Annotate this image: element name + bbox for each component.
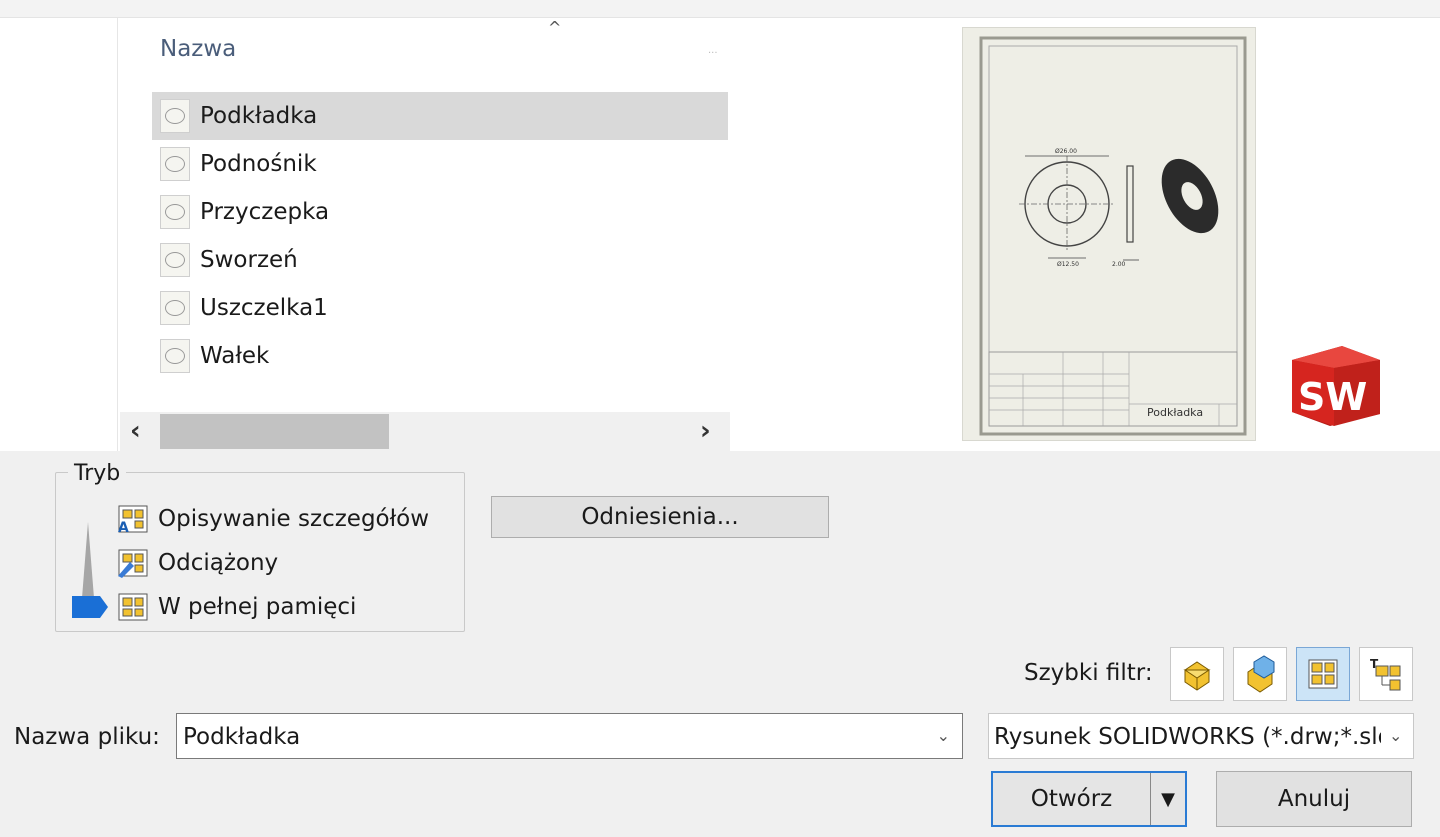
- detailing-mode-icon: A: [116, 504, 150, 536]
- filter-parts-button[interactable]: [1170, 647, 1224, 701]
- solidworks-logo-icon: SW: [1292, 346, 1380, 426]
- file-type-value: Rysunek SOLIDWORKS (*.drw;*.slddrw): [994, 724, 1414, 750]
- file-list[interactable]: ^ Nazwa ··· Podkładka Podnośnik Przyczep…: [118, 18, 732, 451]
- svg-text:T: T: [1370, 657, 1379, 671]
- top-strip: [0, 0, 1440, 18]
- open-dropdown-icon[interactable]: ▼: [1151, 773, 1185, 825]
- mode-option-resolved[interactable]: W pełnej pamięci: [116, 590, 356, 624]
- lightweight-mode-icon: [116, 548, 150, 578]
- list-item-label: Uszczelka1: [200, 295, 328, 321]
- list-item[interactable]: Uszczelka1: [152, 284, 728, 332]
- resolved-mode-icon: [116, 592, 150, 622]
- drawing-file-icon: [160, 195, 190, 229]
- scrollbar-thumb[interactable]: [160, 414, 389, 449]
- filter-drawings-button[interactable]: [1296, 647, 1350, 701]
- list-item[interactable]: Przyczepka: [152, 188, 728, 236]
- title-block-name: Podkładka: [1147, 406, 1203, 419]
- drawing-sheet-svg: Ø26.00 Ø12.50 2.00 Podkładka: [979, 36, 1247, 436]
- list-item[interactable]: Podkładka: [152, 92, 728, 140]
- drawing-file-icon: [160, 291, 190, 325]
- logo-text: SW: [1298, 375, 1367, 419]
- drawing-filter-icon: [1308, 659, 1338, 689]
- mode-slider-pointer-icon[interactable]: [72, 596, 108, 618]
- drawing-file-icon: [160, 99, 190, 133]
- list-item-label: Podnośnik: [200, 151, 317, 177]
- drawing-preview: Ø26.00 Ø12.50 2.00 Podkładka: [962, 27, 1256, 441]
- file-name-label: Nazwa pliku:: [14, 724, 160, 750]
- chevron-down-icon[interactable]: ⌄: [1381, 714, 1413, 758]
- mode-option-label: Odciążony: [158, 550, 279, 576]
- list-item[interactable]: Sworzeń: [152, 236, 728, 284]
- mode-slider-track[interactable]: [80, 520, 100, 598]
- column-separator: ···: [708, 48, 718, 59]
- mode-option-label: W pełnej pamięci: [158, 594, 357, 620]
- file-name-input[interactable]: Podkładka ⌄: [176, 713, 963, 759]
- filter-assemblies-button[interactable]: [1233, 647, 1287, 701]
- mode-group-label: Tryb: [68, 461, 127, 486]
- references-button[interactable]: Odniesienia...: [491, 496, 829, 538]
- list-item-label: Przyczepka: [200, 199, 330, 225]
- open-button-label[interactable]: Otwórz: [993, 773, 1151, 825]
- sort-ascending-icon: ^: [548, 18, 562, 37]
- horizontal-scrollbar[interactable]: ‹ ›: [120, 412, 730, 451]
- navigation-pane[interactable]: [0, 18, 118, 451]
- dimension-thickness: 2.00: [1112, 261, 1126, 268]
- mode-option-lightweight[interactable]: Odciążony: [116, 546, 278, 580]
- list-item[interactable]: Wałek: [152, 332, 728, 380]
- top-level-assembly-filter-icon: T: [1370, 657, 1401, 691]
- open-button[interactable]: Otwórz ▼: [991, 771, 1187, 827]
- list-item-label: Sworzeń: [200, 247, 298, 273]
- dimension-inner: Ø12.50: [1057, 261, 1079, 268]
- list-item-label: Podkładka: [200, 103, 318, 129]
- scroll-left-icon[interactable]: ‹: [130, 416, 141, 446]
- mode-option-detailing[interactable]: A Opisywanie szczegółów: [116, 502, 429, 536]
- cancel-button[interactable]: Anuluj: [1216, 771, 1412, 827]
- file-type-select[interactable]: Rysunek SOLIDWORKS (*.drw;*.slddrw) ⌄: [988, 713, 1414, 759]
- svg-text:A: A: [118, 520, 129, 534]
- solidworks-logo: SW: [1284, 342, 1384, 428]
- drawing-file-icon: [160, 147, 190, 181]
- drawing-file-icon: [160, 243, 190, 277]
- column-header-name[interactable]: Nazwa: [160, 36, 236, 62]
- assembly-filter-icon: [1247, 655, 1275, 693]
- quick-filter-label: Szybki filtr:: [1024, 660, 1153, 686]
- list-item[interactable]: Podnośnik: [152, 140, 728, 188]
- drawing-file-icon: [160, 339, 190, 373]
- file-name-value: Podkładka: [183, 724, 301, 750]
- scroll-right-icon[interactable]: ›: [700, 416, 711, 446]
- filter-top-level-button[interactable]: T: [1359, 647, 1413, 701]
- dimension-outer: Ø26.00: [1055, 148, 1077, 155]
- part-filter-icon: [1183, 661, 1211, 691]
- list-item-label: Wałek: [200, 343, 270, 369]
- mode-option-label: Opisywanie szczegółów: [158, 506, 430, 532]
- chevron-down-icon[interactable]: ⌄: [937, 726, 950, 745]
